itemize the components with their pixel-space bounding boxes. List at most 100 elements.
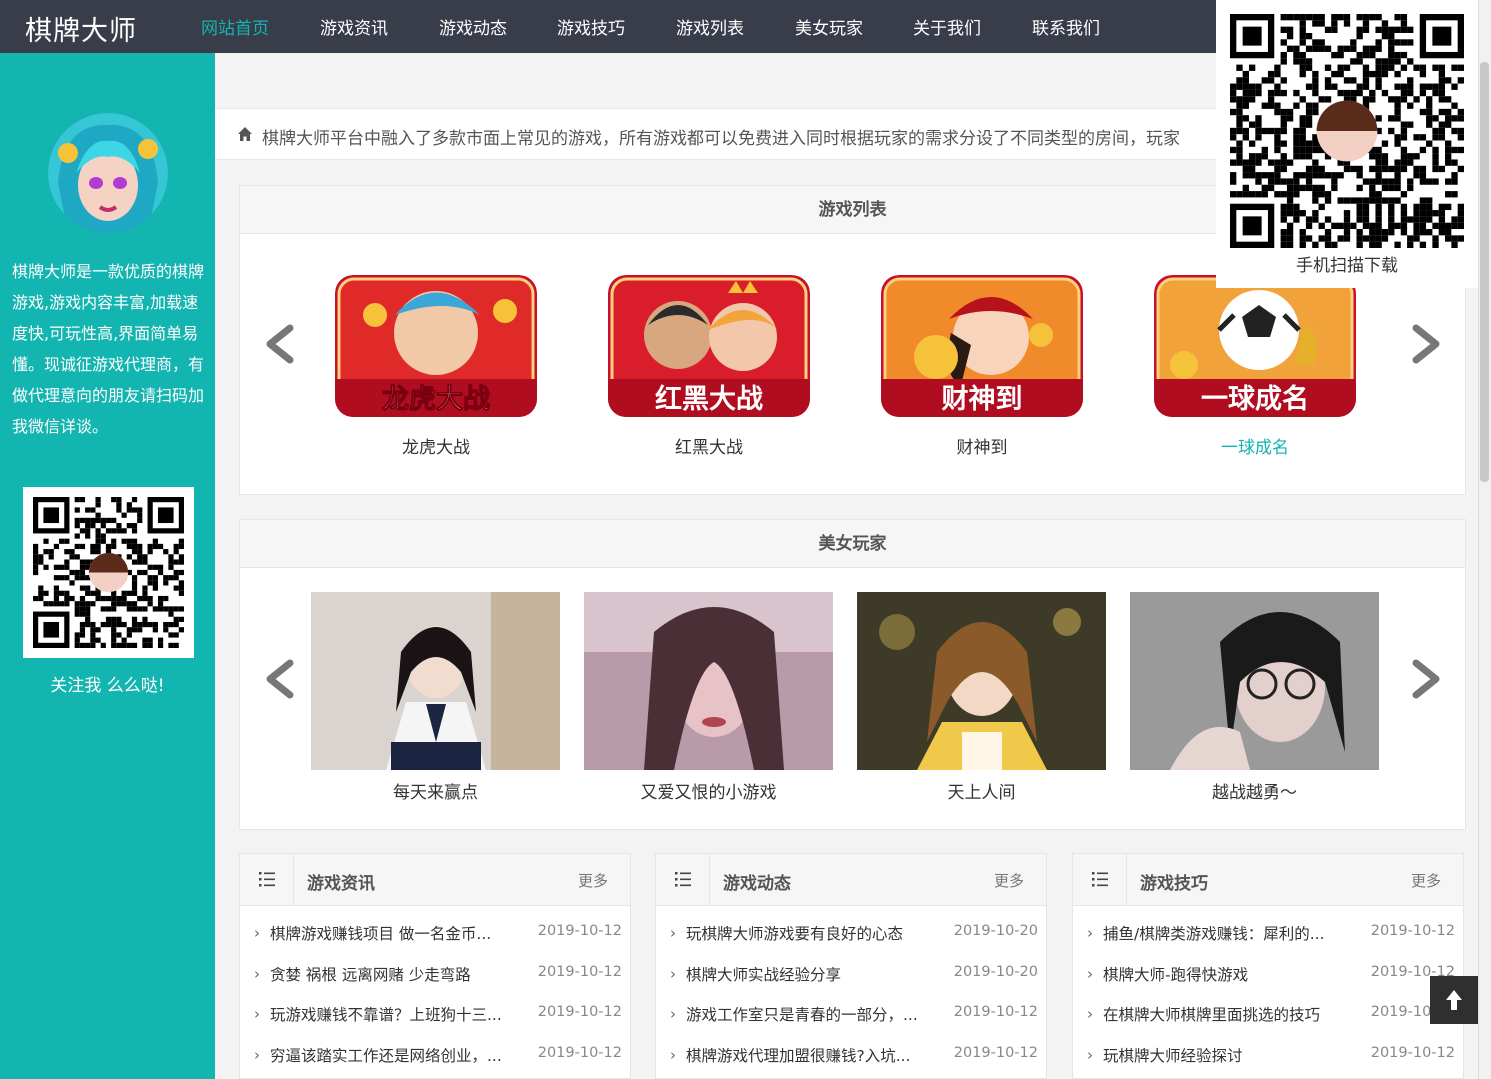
player-caption[interactable]: 又爱又恨的小游戏 [584,778,833,803]
game-banner-text: 龙虎大战 [382,384,490,415]
nav-item-news[interactable]: 游戏资讯 [320,14,388,39]
nav-item-about[interactable]: 关于我们 [913,14,981,39]
player-photo[interactable] [311,592,560,770]
chevron-right-icon: › [1087,1045,1093,1064]
notice-text: 棋牌大师平台中融入了多款市面上常见的游戏，所有游戏都可以免费进入同时根据玩家的需… [262,129,1180,149]
nav-item-home[interactable]: 网站首页 [201,14,269,39]
players-panel: 美女玩家 每天来赢点 又爱又恨的小游戏 天上人间 越战越勇～ [239,519,1466,830]
game-name[interactable]: 财神到 [881,433,1083,458]
chevron-right-icon[interactable] [1406,320,1446,368]
news-column-tips: 游戏技巧 更多 › 捕鱼/棋牌类游戏赚钱：犀利的... 2019-10-12 › 棋牌… [1072,853,1464,1079]
news-column-title: 游戏技巧 [1140,874,1208,894]
list-item[interactable]: › 玩游戏赚钱不靠谱？上班狗十三... 2019-10-12 [240,1003,630,1044]
player-card[interactable]: 又爱又恨的小游戏 [584,592,833,803]
news-date: 2019-10-12 [1370,1044,1455,1061]
game-banner-text: 财神到 [942,384,1023,415]
player-caption[interactable]: 每天来赢点 [311,778,560,803]
nav-item-contact[interactable]: 联系我们 [1032,14,1100,39]
game-icon[interactable]: 红黑大战 [608,275,810,417]
news-column-title: 游戏资讯 [307,874,375,894]
news-date: 2019-10-12 [537,923,622,939]
list-item[interactable]: › 棋牌大师-跑得快游戏 2019-10-12 [1073,963,1463,1004]
scrollbar-thumb[interactable] [1480,62,1489,482]
game-name[interactable]: 龙虎大战 [335,433,537,458]
news-date: 2019-10-12 [953,1044,1038,1061]
download-qr-box: 手机扫描下载 [1216,0,1478,288]
news-title[interactable]: 玩游戏赚钱不靠谱？上班狗十三... [270,1003,502,1025]
game-card[interactable]: 一球成名 一球成名 [1154,275,1356,458]
chevron-right-icon: › [670,1005,676,1023]
news-title[interactable]: 玩棋牌大师经验探讨 [1103,1044,1243,1066]
game-icon[interactable]: 财神到 [881,275,1083,417]
download-qr-caption: 手机扫描下载 [1296,256,1398,276]
chevron-right-icon: › [254,1005,260,1023]
news-column-info: 游戏资讯 更多 › 棋牌游戏赚钱项目 做一名金币... 2019-10-12 › 贪婪… [239,853,631,1079]
news-title[interactable]: 游戏工作室只是青春的一部分，... [686,1003,918,1025]
player-photo[interactable] [1130,592,1379,770]
chevron-left-icon[interactable] [260,320,300,368]
chevron-right-icon: › [670,1045,676,1064]
nav-item-updates[interactable]: 游戏动态 [439,14,507,39]
chevron-right-icon[interactable] [1406,655,1446,703]
list-item[interactable]: › 玩棋牌大师经验探讨 2019-10-12 [1073,1044,1463,1079]
game-card[interactable]: 龙虎大战 龙虎大战 [335,275,537,458]
news-title[interactable]: 棋牌游戏代理加盟很赚钱?入坑... [686,1044,911,1066]
nav-item-games[interactable]: 游戏列表 [676,14,744,39]
list-item[interactable]: › 穷逼该踏实工作还是网络创业，... 2019-10-12 [240,1044,630,1079]
more-link[interactable]: 更多 [1411,870,1441,891]
list-icon [656,854,710,905]
nav-item-tips[interactable]: 游戏技巧 [557,14,625,39]
back-to-top-button[interactable] [1430,976,1478,1024]
news-date: 2019-10-12 [537,1004,622,1020]
chevron-right-icon: › [670,964,676,983]
player-card[interactable]: 每天来赢点 [311,592,560,803]
player-caption[interactable]: 天上人间 [857,778,1106,803]
list-item[interactable]: › 贪婪 祸根 远离网赌 少走弯路 2019-10-12 [240,963,630,1004]
player-photo[interactable] [857,592,1106,770]
game-name[interactable]: 一球成名 [1154,433,1356,458]
chevron-right-icon: › [1087,1005,1093,1023]
news-column-updates: 游戏动态 更多 › 玩棋牌大师游戏要有良好的心态 2019-10-20 › 棋牌大师实… [655,853,1047,1079]
player-card[interactable]: 天上人间 [857,592,1106,803]
player-photo[interactable] [584,592,833,770]
news-title[interactable]: 捕鱼/棋牌类游戏赚钱：犀利的... [1103,922,1325,944]
wechat-qr-code [23,487,194,658]
news-column-title: 游戏动态 [723,874,791,894]
news-date: 2019-10-20 [953,923,1038,939]
list-item[interactable]: › 棋牌大师实战经验分享 2019-10-20 [656,963,1046,1004]
more-link[interactable]: 更多 [578,870,608,891]
news-title[interactable]: 棋牌大师实战经验分享 [686,963,841,985]
news-title[interactable]: 穷逼该踏实工作还是网络创业，... [270,1044,502,1066]
site-logo[interactable]: 棋牌大师 [25,9,137,48]
chevron-left-icon[interactable] [260,655,300,703]
list-item[interactable]: › 玩棋牌大师游戏要有良好的心态 2019-10-20 [656,922,1046,963]
chevron-right-icon: › [254,924,260,942]
list-item[interactable]: › 在棋牌大师棋牌里面挑选的技巧 2019-10-12 [1073,1003,1463,1044]
chevron-right-icon: › [254,964,260,983]
news-date: 2019-10-20 [953,963,1038,980]
list-item[interactable]: › 棋牌游戏代理加盟很赚钱?入坑... 2019-10-12 [656,1044,1046,1079]
game-icon[interactable]: 龙虎大战 [335,275,537,417]
player-caption[interactable]: 越战越勇～ [1130,778,1379,803]
nav-item-players[interactable]: 美女玩家 [795,14,863,39]
game-card[interactable]: 红黑大战 红黑大战 [608,275,810,458]
game-icon[interactable]: 一球成名 [1154,275,1356,417]
news-title[interactable]: 玩棋牌大师游戏要有良好的心态 [686,922,903,944]
game-banner-text: 一球成名 [1201,383,1309,415]
news-date: 2019-10-12 [537,1044,622,1061]
chevron-right-icon: › [254,1045,260,1064]
game-name[interactable]: 红黑大战 [608,433,810,458]
list-item[interactable]: › 游戏工作室只是青春的一部分，... 2019-10-12 [656,1003,1046,1044]
chevron-right-icon: › [670,924,676,942]
news-title[interactable]: 棋牌游戏赚钱项目 做一名金币... [270,922,491,944]
more-link[interactable]: 更多 [994,870,1024,891]
game-card[interactable]: 财神到 财神到 [881,275,1083,458]
sidebar-intro: 棋牌大师是一款优质的棋牌游戏,游戏内容丰富,加载速度快,可玩性高,界面简单易懂。… [12,262,205,436]
list-item[interactable]: › 棋牌游戏赚钱项目 做一名金币... 2019-10-12 [240,922,630,963]
list-item[interactable]: › 捕鱼/棋牌类游戏赚钱：犀利的... 2019-10-12 [1073,922,1463,963]
news-title[interactable]: 棋牌大师-跑得快游戏 [1103,963,1248,985]
player-card[interactable]: 越战越勇～ [1130,592,1379,803]
avatar [48,113,168,233]
news-title[interactable]: 贪婪 祸根 远离网赌 少走弯路 [270,963,471,985]
news-title[interactable]: 在棋牌大师棋牌里面挑选的技巧 [1103,1003,1320,1025]
